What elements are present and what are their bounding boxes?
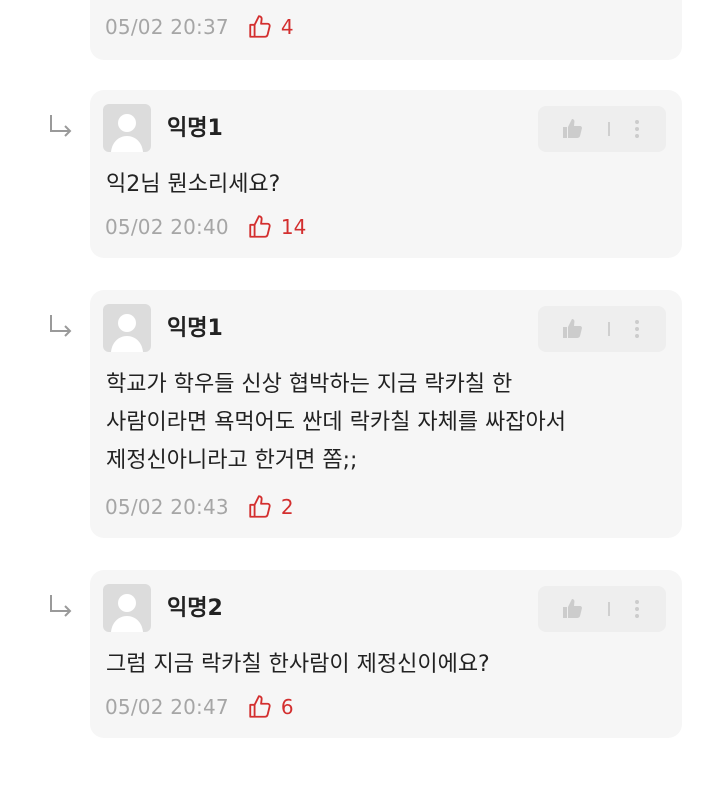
comment-card: 익명1 학교가 학우들 신상 협박하는 지금 락카칠 한 사람이라면 욕먹어도 … bbox=[90, 290, 682, 538]
thumbs-up-icon[interactable] bbox=[560, 597, 586, 621]
reply-arrow-icon bbox=[48, 113, 74, 139]
more-vertical-icon[interactable] bbox=[634, 117, 640, 141]
thumbs-up-icon[interactable] bbox=[247, 694, 273, 720]
comment-card: 05/02 20:37 4 bbox=[90, 0, 682, 60]
comment-actions bbox=[538, 586, 666, 632]
comment-timestamp: 05/02 20:43 bbox=[105, 495, 229, 519]
divider bbox=[608, 602, 610, 616]
more-vertical-icon[interactable] bbox=[634, 597, 640, 621]
comment-line: 학교가 학우들 신상 협박하는 지금 락카칠 한 bbox=[106, 372, 513, 397]
comment-line: 그럼 지금 락카칠 한사람이 제정신이에요? bbox=[106, 652, 490, 677]
like-count: 4 bbox=[280, 15, 294, 39]
comment-line: 익2님 뭔소리세요? bbox=[106, 172, 281, 197]
thumbs-up-icon[interactable] bbox=[560, 117, 586, 141]
default-avatar-icon[interactable] bbox=[103, 304, 151, 352]
comment-author[interactable]: 익명2 bbox=[167, 596, 223, 622]
like-count: 14 bbox=[280, 215, 307, 239]
comment-timestamp: 05/02 20:40 bbox=[105, 215, 229, 239]
like-count: 6 bbox=[280, 695, 294, 719]
comment-body: 학교가 학우들 신상 협박하는 지금 락카칠 한 사람이라면 욕먹어도 싼데 락… bbox=[106, 366, 662, 480]
comment-actions bbox=[538, 106, 666, 152]
comment-meta: 05/02 20:43 2 bbox=[105, 492, 294, 522]
comment-actions bbox=[538, 306, 666, 352]
comment-timestamp: 05/02 20:37 bbox=[105, 15, 229, 39]
reply-arrow-icon bbox=[48, 313, 74, 339]
comment-body: 익2님 뭔소리세요? bbox=[106, 166, 662, 204]
like-count: 2 bbox=[280, 495, 294, 519]
thumbs-up-icon[interactable] bbox=[247, 214, 273, 240]
comment-card: 익명2 그럼 지금 락카칠 한사람이 제정신이에요? 05/02 20:47 6 bbox=[90, 570, 682, 738]
default-avatar-icon[interactable] bbox=[103, 584, 151, 632]
thumbs-up-icon[interactable] bbox=[560, 317, 586, 341]
comment-meta: 05/02 20:47 6 bbox=[105, 692, 294, 722]
comment-meta: 05/02 20:37 4 bbox=[105, 12, 294, 42]
divider bbox=[608, 122, 610, 136]
comment-meta: 05/02 20:40 14 bbox=[105, 212, 306, 242]
comment-card: 익명1 익2님 뭔소리세요? 05/02 20:40 14 bbox=[90, 90, 682, 258]
thumbs-up-icon[interactable] bbox=[247, 494, 273, 520]
comment-body: 그럼 지금 락카칠 한사람이 제정신이에요? bbox=[106, 646, 662, 684]
default-avatar-icon[interactable] bbox=[103, 104, 151, 152]
comment-line: 사람이라면 욕먹어도 싼데 락카칠 자체를 싸잡아서 bbox=[106, 410, 567, 435]
reply-arrow-icon bbox=[48, 593, 74, 619]
more-vertical-icon[interactable] bbox=[634, 317, 640, 341]
comment-line: 제정신아니라고 한거면 쫌;; bbox=[106, 448, 358, 473]
thumbs-up-icon[interactable] bbox=[247, 14, 273, 40]
comment-timestamp: 05/02 20:47 bbox=[105, 695, 229, 719]
comment-author[interactable]: 익명1 bbox=[167, 116, 223, 142]
divider bbox=[608, 322, 610, 336]
comment-author[interactable]: 익명1 bbox=[167, 316, 223, 342]
